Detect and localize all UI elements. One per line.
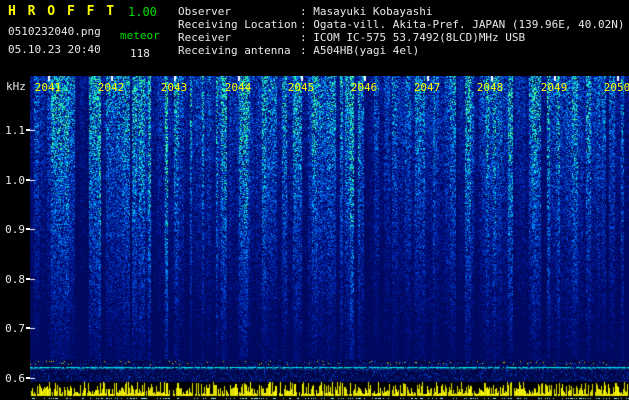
info-label: Receiving antenna	[178, 44, 291, 57]
header: H R O F F T 1.00 0510232040.png meteor 0…	[0, 0, 629, 76]
info-row-antenna: Receiving antenna: A504HB(yagi 4el)	[178, 44, 625, 57]
y-axis-unit: kHz	[6, 80, 26, 93]
info-row-receiver: Receiver: ICOM IC-575 53.7492(8LCD)MHz U…	[178, 31, 625, 44]
info-separator: :	[300, 18, 314, 31]
info-value: Ogata-vill. Akita-Pref. JAPAN (139.96E, …	[313, 18, 625, 31]
info-label: Receiver	[178, 31, 231, 44]
y-axis-tick	[26, 327, 30, 329]
info-value: A504HB(yagi 4el)	[313, 44, 420, 57]
info-value: ICOM IC-575 53.7492(8LCD)MHz USB	[313, 31, 526, 44]
y-axis-tick	[26, 179, 30, 181]
info-separator: :	[300, 31, 314, 44]
y-axis-tick	[26, 228, 30, 230]
info-label: Observer	[178, 5, 231, 18]
time-label: 2046	[350, 81, 378, 94]
time-label: 2047	[413, 81, 441, 94]
observation-datetime: 05.10.23 20:40	[8, 43, 101, 56]
time-label: 2044	[224, 81, 252, 94]
mode-label: meteor	[120, 29, 160, 42]
time-label: 2049	[540, 81, 568, 94]
app-title: H R O F F T	[8, 4, 117, 19]
info-separator: :	[300, 44, 314, 57]
time-label: 2041	[34, 81, 62, 94]
info-separator: :	[300, 5, 314, 18]
echo-count: 118	[130, 47, 150, 60]
app-version: 1.00	[128, 5, 157, 19]
info-label: Receiving Location	[178, 18, 298, 31]
y-axis-label: 0.9	[5, 223, 25, 236]
hrofft-screen: H R O F F T 1.00 0510232040.png meteor 0…	[0, 0, 629, 400]
y-axis-label: 1.1	[5, 124, 25, 137]
info-row-observer: Observer: Masayuki Kobayashi	[178, 5, 625, 18]
time-label: 2042	[97, 81, 125, 94]
output-filename: 0510232040.png	[8, 25, 101, 38]
y-axis-label: 0.6	[5, 372, 25, 385]
y-axis-label: 1.0	[5, 174, 25, 187]
time-label: 2045	[287, 81, 315, 94]
station-info: Observer: Masayuki Kobayashi Receiving L…	[178, 5, 625, 57]
y-axis-label: 0.7	[5, 322, 25, 335]
y-axis-label: 0.8	[5, 273, 25, 286]
time-label: 2048	[476, 81, 504, 94]
info-row-location: Receiving Location: Ogata-vill. Akita-Pr…	[178, 18, 625, 31]
y-axis-tick	[26, 129, 30, 131]
y-axis-tick	[26, 278, 30, 280]
time-label: 2043	[160, 81, 188, 94]
time-label: 2050	[603, 81, 629, 94]
y-axis-tick	[26, 377, 30, 379]
spectrogram-canvas	[30, 76, 629, 400]
info-value: Masayuki Kobayashi	[313, 5, 433, 18]
spectrogram-panel: kHz 1.1 1.0 0.9 0.8 0.7 0.6 2041 2042 20…	[0, 76, 629, 400]
